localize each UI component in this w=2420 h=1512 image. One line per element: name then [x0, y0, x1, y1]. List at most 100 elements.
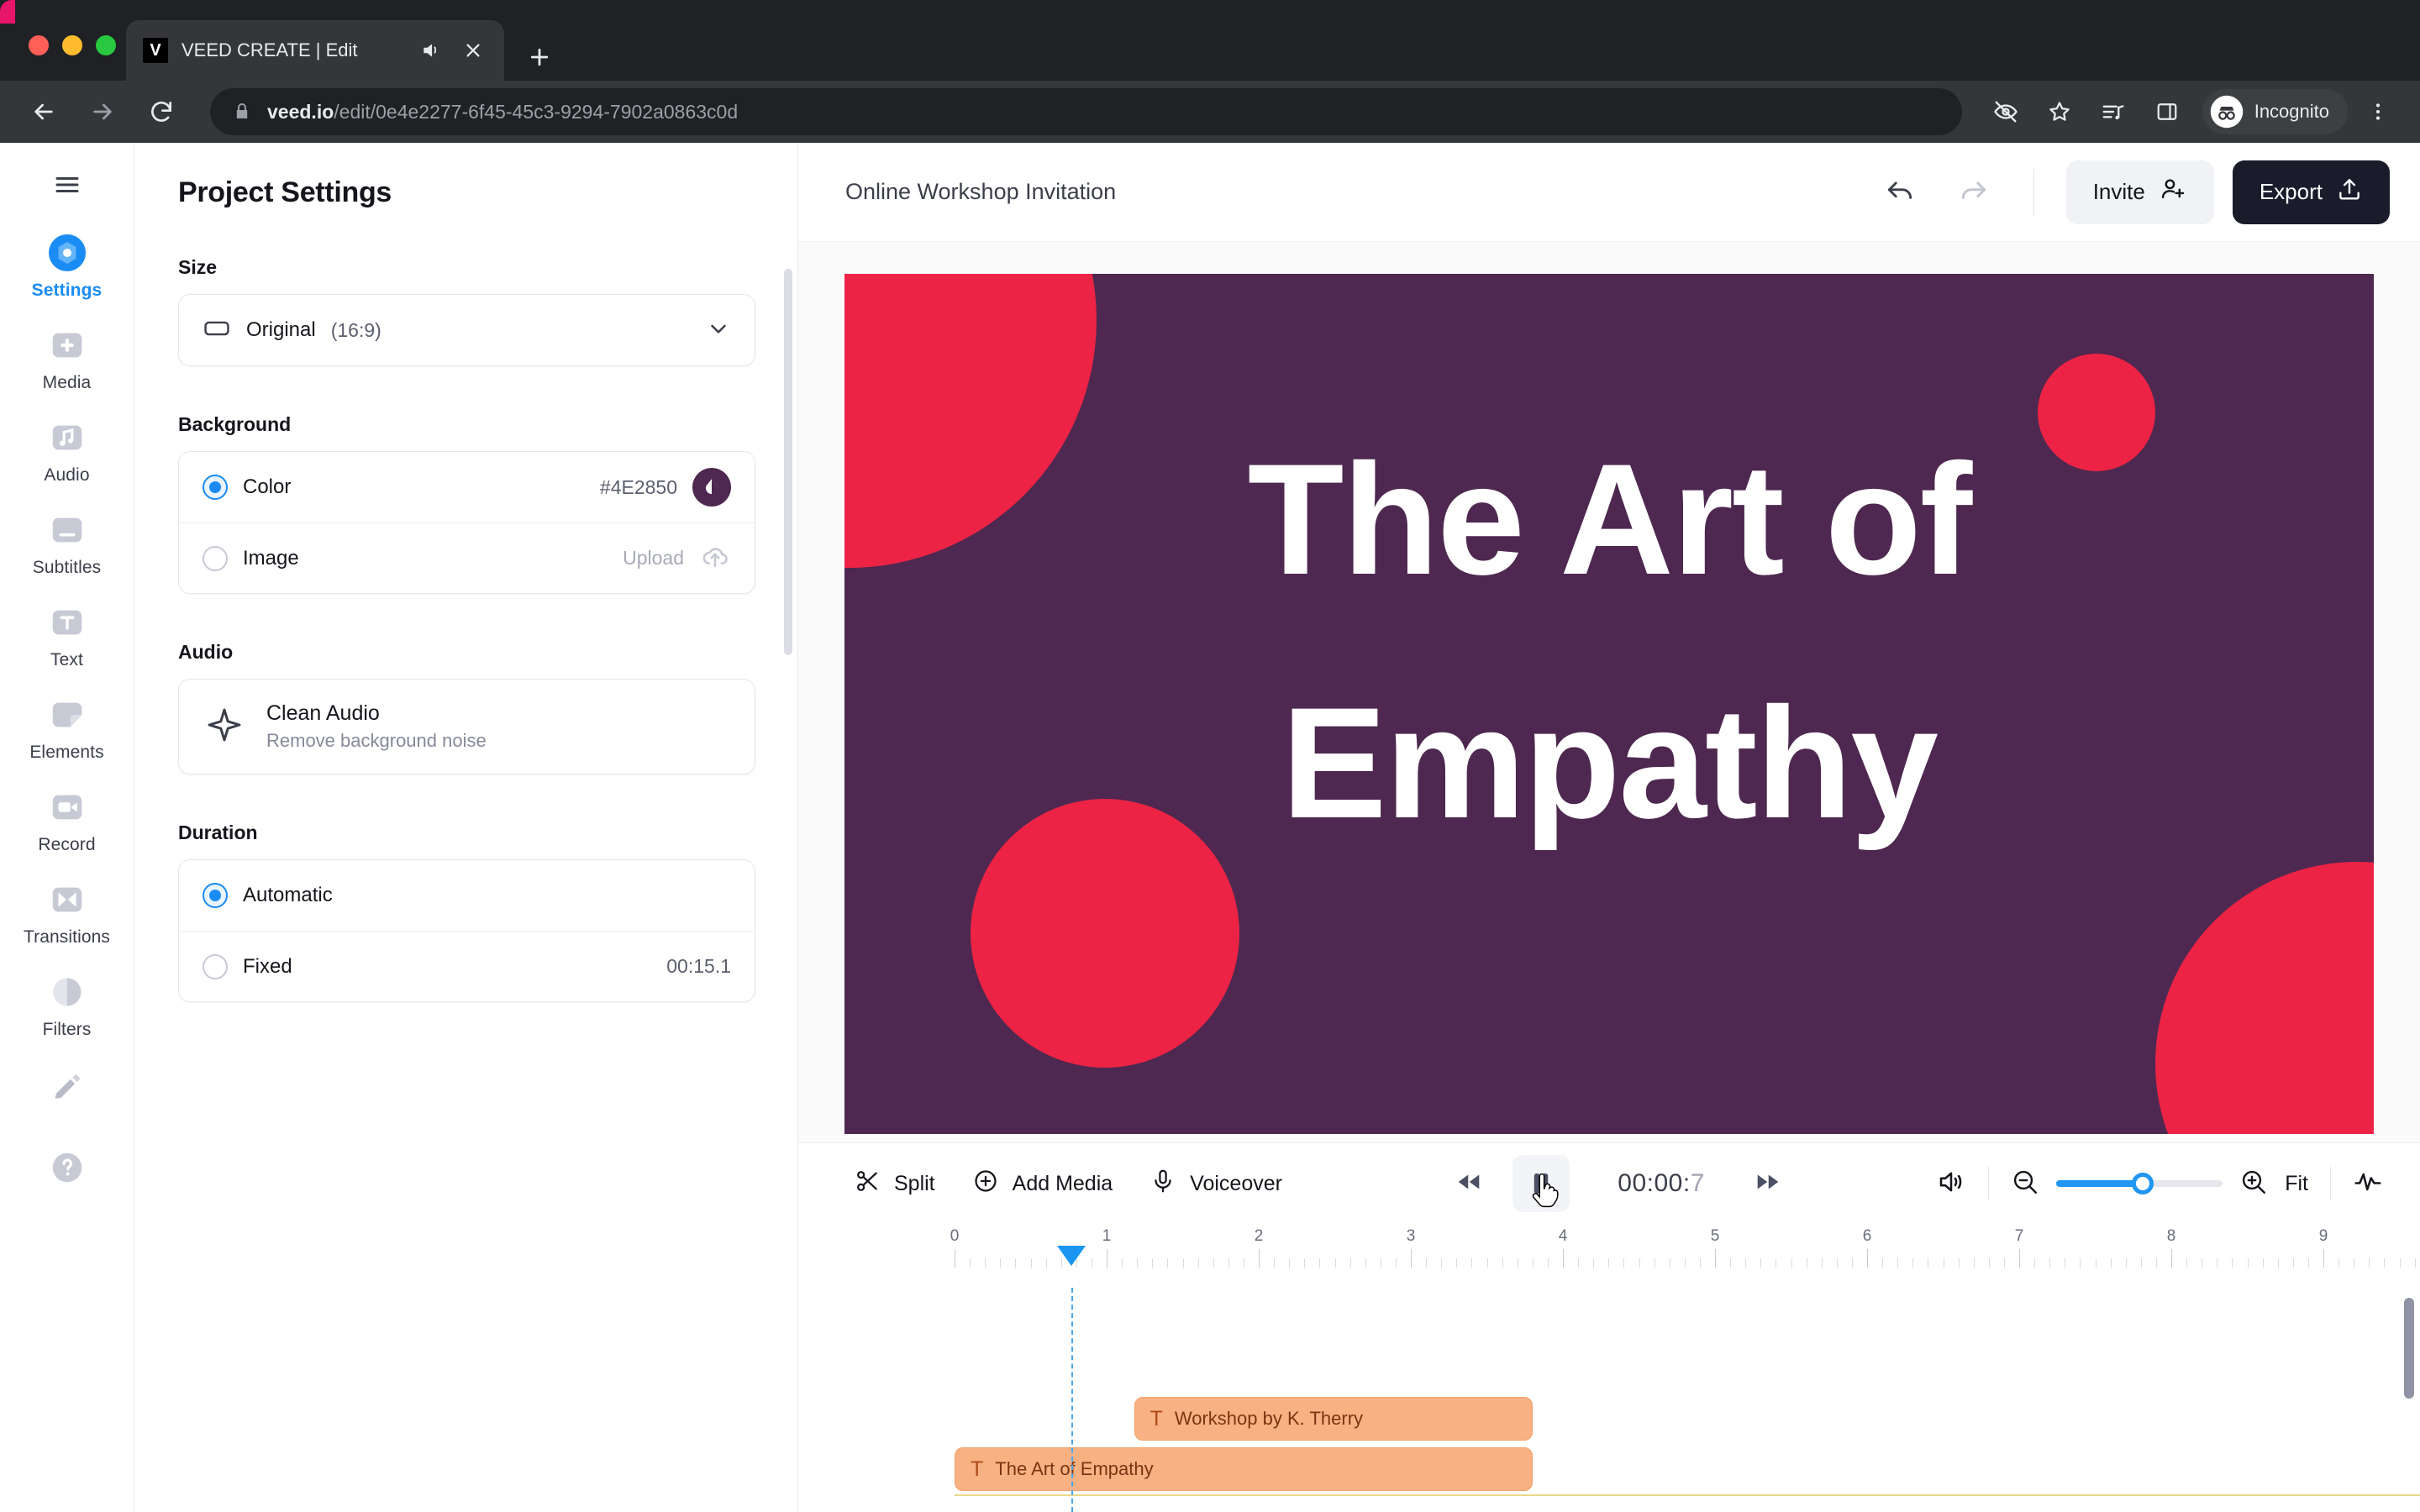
menu-icon[interactable]: [2354, 88, 2402, 135]
side-panel-icon[interactable]: [2144, 88, 2191, 135]
ruler-major-tick: [1259, 1249, 1260, 1268]
fast-forward-icon[interactable]: [1753, 1167, 1783, 1201]
ruler-minor-tick: [1882, 1258, 1884, 1268]
ruler-minor-tick: [2155, 1258, 2157, 1268]
background-color-radio[interactable]: [203, 475, 228, 500]
fit-button[interactable]: Fit: [2285, 1172, 2308, 1196]
clean-audio-button[interactable]: Clean Audio Remove background noise: [178, 679, 755, 774]
volume-icon[interactable]: [1936, 1167, 1966, 1201]
split-button[interactable]: Split: [835, 1159, 954, 1209]
circle-bottom-right: [2155, 862, 2374, 1134]
sparkle-icon: [204, 705, 245, 749]
invite-button-label: Invite: [2092, 179, 2145, 204]
minimize-window-button[interactable]: [62, 35, 82, 55]
ruler-minor-tick: [2232, 1258, 2233, 1268]
upload-cloud-icon[interactable]: [699, 540, 731, 576]
undo-arrow-icon[interactable]: [1872, 166, 1928, 218]
playhead-handle[interactable]: [1057, 1246, 1086, 1266]
timeline-tracks[interactable]: TJanuary 5th—9thTJoin us in 2022TWorksho…: [798, 1288, 2420, 1512]
sidebar-item-media[interactable]: Media: [18, 312, 116, 405]
sidebar-item-subtitles[interactable]: Subtitles: [18, 497, 116, 590]
timeline-ruler[interactable]: 0123456789101112131415: [798, 1224, 2420, 1288]
zoom-out-icon[interactable]: [2011, 1168, 2039, 1200]
clean-audio-subtitle: Remove background noise: [266, 730, 487, 751]
speaker-icon[interactable]: [417, 36, 445, 65]
timeline-clip[interactable]: T The Art of Empathy: [955, 1447, 1533, 1491]
duration-options: Automatic Fixed 00:15.1: [178, 859, 755, 1002]
edit-pencil-button[interactable]: [18, 1052, 116, 1130]
help-button[interactable]: [18, 1130, 116, 1210]
browser-tab[interactable]: V VEED CREATE | Edit: [126, 20, 504, 81]
maximize-window-button[interactable]: [96, 35, 116, 55]
ruler-minor-tick: [970, 1258, 971, 1268]
rewind-icon[interactable]: [1454, 1167, 1484, 1201]
zoom-slider[interactable]: [2056, 1173, 2223, 1194]
add-person-icon: [2159, 175, 2187, 209]
back-icon[interactable]: [18, 87, 69, 137]
ruler-minor-tick: [1958, 1258, 1960, 1268]
sidebar-item-elements[interactable]: Elements: [18, 682, 116, 774]
invite-button[interactable]: Invite: [2065, 160, 2214, 224]
redo-arrow-icon[interactable]: [1946, 166, 2002, 218]
sidebar-item-label: Filters: [42, 1020, 92, 1039]
audio-section-label: Audio: [178, 641, 234, 663]
canvas-title-line-2[interactable]: Empathy: [844, 643, 2374, 884]
sidebar-item-text[interactable]: Text: [18, 590, 116, 682]
star-icon[interactable]: [2036, 88, 2083, 135]
sidebar-item-filters[interactable]: Filters: [18, 959, 116, 1052]
reload-icon[interactable]: [136, 87, 187, 137]
background-color-row[interactable]: Color #4E2850: [179, 452, 755, 522]
color-drop-icon[interactable]: [692, 468, 731, 507]
panel-scrollbar[interactable]: [784, 269, 792, 655]
video-canvas[interactable]: The Art of Empathy: [844, 274, 2374, 1134]
url-domain: veed.io: [267, 100, 334, 123]
ruler-major-tick: [1563, 1249, 1564, 1268]
eye-off-icon[interactable]: [1982, 88, 2029, 135]
ruler-minor-tick: [2292, 1258, 2294, 1268]
sidebar-item-audio[interactable]: Audio: [18, 405, 116, 497]
background-options: Color #4E2850 Image Upload: [178, 451, 755, 594]
duration-fixed-radio[interactable]: [203, 953, 228, 979]
background-image-radio[interactable]: [203, 545, 228, 571]
close-icon[interactable]: [459, 36, 487, 65]
duration-automatic-radio[interactable]: [203, 883, 228, 908]
size-select[interactable]: Original (16:9): [178, 294, 755, 366]
duration-fixed-row[interactable]: Fixed 00:15.1: [179, 931, 755, 1001]
playlist-icon[interactable]: [2090, 88, 2137, 135]
waveform-icon[interactable]: [2353, 1167, 2383, 1201]
export-button[interactable]: Export: [2232, 160, 2390, 224]
subtitles-icon: [45, 507, 90, 553]
ruler-minor-tick: [1045, 1258, 1047, 1268]
ruler-minor-tick: [2247, 1258, 2249, 1268]
add-media-button[interactable]: Add Media: [954, 1159, 1132, 1209]
new-tab-button[interactable]: [516, 34, 563, 81]
pause-button[interactable]: [1512, 1155, 1570, 1212]
veed-editor: Settings Media Audio Subtitles Text Elem…: [0, 143, 2420, 1512]
forward-icon[interactable]: [77, 87, 128, 137]
project-title[interactable]: Online Workshop Invitation: [845, 179, 1116, 205]
address-bar[interactable]: veed.io/edit/0e4e2277-6f45-45c3-9294-790…: [210, 88, 1962, 135]
duration-automatic-row[interactable]: Automatic: [179, 860, 755, 931]
zoom-in-icon[interactable]: [2239, 1168, 2268, 1200]
profile-chip[interactable]: Incognito: [2202, 89, 2348, 134]
sidebar-item-transitions[interactable]: Transitions: [18, 867, 116, 959]
timeline-toolbar: Split Add Media Voiceover 00:00:7 Fit: [798, 1143, 2420, 1224]
menu-icon[interactable]: [44, 161, 91, 208]
sidebar-item-settings[interactable]: Settings: [18, 220, 116, 312]
split-button-label: Split: [894, 1171, 935, 1195]
timeline-scrollbar[interactable]: [2404, 1298, 2414, 1399]
zoom-slider-knob[interactable]: [2132, 1173, 2154, 1194]
size-section-label: Size: [178, 256, 218, 278]
size-value: Original: [246, 318, 316, 341]
ruler-minor-tick: [1274, 1258, 1276, 1268]
voiceover-button[interactable]: Voiceover: [1131, 1159, 1301, 1209]
ruler-minor-tick: [2307, 1258, 2309, 1268]
ruler-minor-tick: [2399, 1258, 2401, 1268]
close-window-button[interactable]: [29, 35, 49, 55]
sidebar-item-label: Elements: [29, 743, 104, 762]
canvas-title-line-1[interactable]: The Art of: [844, 400, 2374, 640]
timeline-clip[interactable]: T Workshop by K. Therry: [1134, 1397, 1533, 1441]
sidebar-item-record[interactable]: Record: [18, 774, 116, 867]
browser-toolbar: veed.io/edit/0e4e2277-6f45-45c3-9294-790…: [0, 81, 2420, 143]
background-image-row[interactable]: Image Upload: [179, 522, 755, 593]
